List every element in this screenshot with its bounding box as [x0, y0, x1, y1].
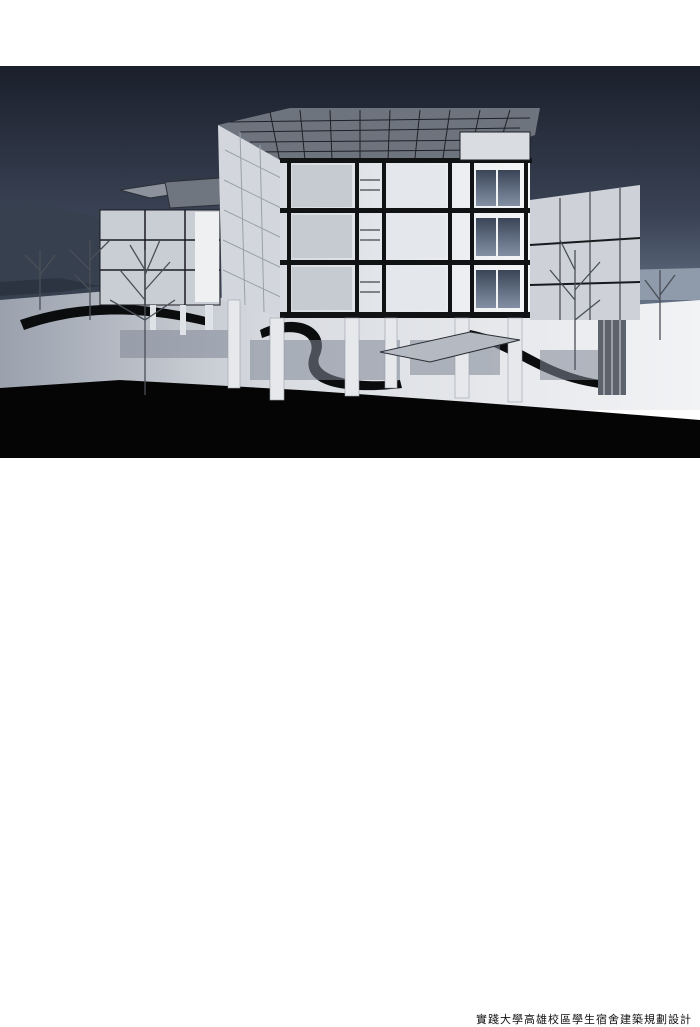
- caption-bar: 實踐大學高雄校區學生宿舍建築規劃設計: [0, 505, 700, 1026]
- project-title-caption: 實踐大學高雄校區學生宿舍建築規劃設計: [476, 1013, 692, 1026]
- architectural-rendering: [0, 66, 700, 458]
